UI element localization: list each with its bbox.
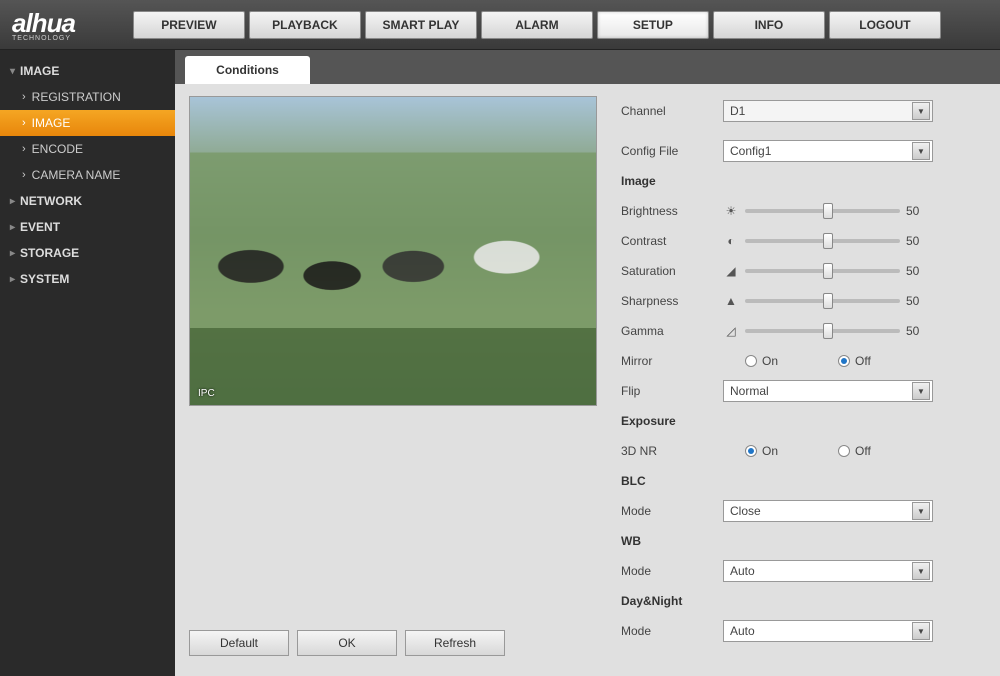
sidebar-group-system[interactable]: SYSTEM: [0, 266, 175, 292]
gamma-value: 50: [906, 324, 930, 338]
sidebar-item-encode[interactable]: ENCODE: [0, 136, 175, 162]
flip-select[interactable]: Normal ▼: [723, 380, 933, 402]
nr3d-off-radio[interactable]: Off: [838, 444, 871, 458]
sharpness-icon: ▲: [723, 293, 739, 309]
section-exposure: Exposure: [621, 414, 723, 428]
gamma-icon: ◿: [723, 323, 739, 339]
mirror-label: Mirror: [621, 354, 723, 368]
main: IMAGE REGISTRATION IMAGE ENCODE CAMERA N…: [0, 50, 1000, 676]
configfile-value: Config1: [730, 144, 771, 158]
body-area: IPC Channel D1 ▼ Config File Config1 ▼: [175, 84, 1000, 658]
contrast-slider[interactable]: [745, 239, 900, 243]
header: alhua TECHNOLOGY PREVIEW PLAYBACK SMART …: [0, 0, 1000, 50]
sharpness-label: Sharpness: [621, 294, 723, 308]
wb-mode-value: Auto: [730, 564, 755, 578]
wb-mode-label: Mode: [621, 564, 723, 578]
section-image: Image: [621, 174, 723, 188]
channel-select[interactable]: D1 ▼: [723, 100, 933, 122]
dn-mode-label: Mode: [621, 624, 723, 638]
channel-label: Channel: [621, 104, 723, 118]
section-blc: BLC: [621, 474, 723, 488]
blc-mode-label: Mode: [621, 504, 723, 518]
sidebar-group-storage[interactable]: STORAGE: [0, 240, 175, 266]
chevron-down-icon: ▼: [912, 382, 930, 400]
sidebar-group-image[interactable]: IMAGE: [0, 58, 175, 84]
configfile-label: Config File: [621, 144, 723, 158]
ok-button[interactable]: OK: [297, 630, 397, 656]
nav-setup[interactable]: SETUP: [597, 11, 709, 39]
nav-preview[interactable]: PREVIEW: [133, 11, 245, 39]
blc-mode-select[interactable]: Close ▼: [723, 500, 933, 522]
brightness-icon: ☀: [723, 203, 739, 219]
dn-mode-value: Auto: [730, 624, 755, 638]
content: Conditions IPC Channel D1 ▼ Config File: [175, 50, 1000, 676]
sidebar-item-cameraname[interactable]: CAMERA NAME: [0, 162, 175, 188]
mirror-on-radio[interactable]: On: [745, 354, 778, 368]
contrast-icon: ◐: [723, 233, 739, 249]
saturation-value: 50: [906, 264, 930, 278]
nav-logout[interactable]: LOGOUT: [829, 11, 941, 39]
chevron-down-icon: ▼: [912, 622, 930, 640]
contrast-value: 50: [906, 234, 930, 248]
contrast-label: Contrast: [621, 234, 723, 248]
sidebar-group-network[interactable]: NETWORK: [0, 188, 175, 214]
flip-label: Flip: [621, 384, 723, 398]
configfile-select[interactable]: Config1 ▼: [723, 140, 933, 162]
chevron-down-icon: ▼: [912, 142, 930, 160]
sharpness-value: 50: [906, 294, 930, 308]
settings-panel: Channel D1 ▼ Config File Config1 ▼ Image: [621, 96, 986, 646]
chevron-down-icon: ▼: [912, 562, 930, 580]
channel-value: D1: [730, 104, 745, 118]
sidebar-group-event[interactable]: EVENT: [0, 214, 175, 240]
preview-ipc-label: IPC: [198, 388, 215, 399]
button-row: Default OK Refresh: [189, 630, 505, 656]
dn-mode-select[interactable]: Auto ▼: [723, 620, 933, 642]
nav-smartplay[interactable]: SMART PLAY: [365, 11, 477, 39]
chevron-down-icon: ▼: [912, 102, 930, 120]
refresh-button[interactable]: Refresh: [405, 630, 505, 656]
brand-sub: TECHNOLOGY: [12, 35, 83, 42]
mirror-off-radio[interactable]: Off: [838, 354, 871, 368]
nav-playback[interactable]: PLAYBACK: [249, 11, 361, 39]
saturation-label: Saturation: [621, 264, 723, 278]
gamma-slider[interactable]: [745, 329, 900, 333]
default-button[interactable]: Default: [189, 630, 289, 656]
blc-mode-value: Close: [730, 504, 761, 518]
wb-mode-select[interactable]: Auto ▼: [723, 560, 933, 582]
saturation-icon: ◢: [723, 263, 739, 279]
gamma-label: Gamma: [621, 324, 723, 338]
flip-value: Normal: [730, 384, 769, 398]
brand-logo: alhua TECHNOLOGY: [12, 8, 83, 42]
sidebar-item-registration[interactable]: REGISTRATION: [0, 84, 175, 110]
sidebar-item-image[interactable]: IMAGE: [0, 110, 175, 136]
nav-tabs: PREVIEW PLAYBACK SMART PLAY ALARM SETUP …: [133, 11, 941, 39]
nr3d-on-radio[interactable]: On: [745, 444, 778, 458]
nav-info[interactable]: INFO: [713, 11, 825, 39]
sharpness-slider[interactable]: [745, 299, 900, 303]
brightness-slider[interactable]: [745, 209, 900, 213]
brightness-label: Brightness: [621, 204, 723, 218]
section-wb: WB: [621, 534, 723, 548]
brightness-value: 50: [906, 204, 930, 218]
tab-conditions[interactable]: Conditions: [185, 56, 310, 84]
tabstrip: Conditions: [175, 50, 1000, 84]
nr3d-label: 3D NR: [621, 444, 723, 458]
nav-alarm[interactable]: ALARM: [481, 11, 593, 39]
video-preview: IPC: [189, 96, 597, 406]
chevron-down-icon: ▼: [912, 502, 930, 520]
sidebar: IMAGE REGISTRATION IMAGE ENCODE CAMERA N…: [0, 50, 175, 676]
saturation-slider[interactable]: [745, 269, 900, 273]
section-dn: Day&Night: [621, 594, 723, 608]
